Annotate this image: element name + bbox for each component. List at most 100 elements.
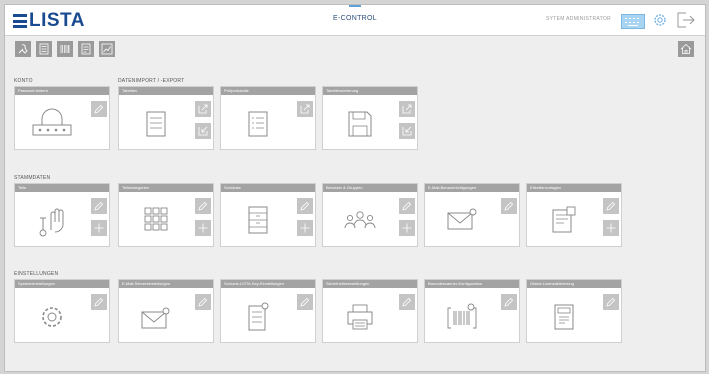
card-tabellensicherung[interactable]: Tabellensicherung (322, 86, 418, 150)
card-etikettenvorlagen[interactable]: Etikettenvorlagen (526, 183, 622, 247)
pencil-icon (606, 297, 616, 307)
card-benutzer[interactable]: Benutzer & Gruppen (322, 183, 418, 247)
edit-button[interactable] (297, 198, 313, 214)
add-button[interactable] (399, 220, 415, 236)
document-icon[interactable] (78, 41, 94, 57)
floppy-disk-icon (348, 111, 372, 137)
section-datenimport: DATENIMPORT / -EXPORT (118, 78, 185, 84)
edit-button[interactable] (501, 198, 517, 214)
user-group-icon (344, 211, 376, 229)
card-title: Tabellensicherung (323, 87, 417, 95)
edit-button[interactable] (297, 294, 313, 310)
label-template-icon (552, 206, 576, 233)
keyboard-icon[interactable] (621, 14, 645, 29)
card-teilekategorien[interactable]: Teilekategorien (118, 183, 214, 247)
plus-icon (606, 223, 616, 233)
edit-button[interactable] (91, 294, 107, 310)
add-button[interactable] (603, 220, 619, 236)
card-online-lizenz[interactable]: Online-Lizenzaktivierung (526, 279, 622, 343)
export-button[interactable] (195, 101, 211, 117)
printer-icon (347, 304, 373, 330)
password-lock-icon (32, 108, 72, 136)
barcode-icon[interactable] (57, 41, 73, 57)
card-title: Systemeinstellungen (15, 280, 109, 288)
chart-icon[interactable] (99, 41, 115, 57)
cabinet-icon (248, 206, 268, 234)
pencil-icon (402, 201, 412, 211)
pencil-icon (198, 297, 208, 307)
card-sicherheitseinstellungen[interactable]: Sicherheitseinstellungen (322, 279, 418, 343)
section-stammdaten: STAMMDATEN (14, 175, 51, 181)
plus-icon (402, 223, 412, 233)
edit-button[interactable] (399, 294, 415, 310)
tool-icon[interactable] (15, 41, 31, 57)
import-button[interactable] (195, 123, 211, 139)
cabinet-settings-icon (248, 302, 269, 331)
pencil-icon (198, 201, 208, 211)
home-icon[interactable] (678, 41, 694, 57)
logout-icon[interactable] (677, 12, 695, 28)
card-barcodescanner[interactable]: Barcodescanner-Konfiguration (424, 279, 520, 343)
edit-button[interactable] (91, 198, 107, 214)
plus-icon (94, 223, 104, 233)
card-email-servereinstellungen[interactable]: E-Mail-Servereinstellungen (118, 279, 214, 343)
import-icon (198, 126, 208, 136)
card-pruefprotokolle[interactable]: Prüfprotokolle (220, 86, 316, 150)
plus-icon (300, 223, 310, 233)
export-button[interactable] (399, 101, 415, 117)
export-icon (402, 104, 412, 114)
export-icon (198, 104, 208, 114)
edit-button[interactable] (91, 101, 107, 117)
card-email-benachrichtigungen[interactable]: E-Mail-Benachrichtigungen (424, 183, 520, 247)
card-title: Teilekategorien (119, 184, 213, 192)
barcode-scanner-icon (447, 303, 477, 329)
add-button[interactable] (297, 220, 313, 236)
section-konto: KONTO (14, 78, 33, 84)
card-passwort[interactable]: Passwort ändern (14, 86, 110, 150)
mail-notification-icon (447, 208, 477, 230)
add-button[interactable] (91, 220, 107, 236)
card-title: Tabellen (119, 87, 213, 95)
edit-button[interactable] (399, 198, 415, 214)
section-einstellungen: EINSTELLUNGEN (14, 271, 59, 277)
parts-tools-icon (39, 208, 64, 237)
list-icon[interactable] (36, 41, 52, 57)
pencil-icon (94, 104, 104, 114)
import-icon (402, 126, 412, 136)
edit-button[interactable] (195, 198, 211, 214)
card-tabellen[interactable]: Tabellen (118, 86, 214, 150)
card-systemeinstellungen[interactable]: Systemeinstellungen (14, 279, 110, 343)
edit-button[interactable] (603, 294, 619, 310)
edit-button[interactable] (603, 198, 619, 214)
pencil-icon (94, 297, 104, 307)
card-title: E-Mail-Servereinstellungen (119, 280, 213, 288)
mail-server-icon (141, 307, 170, 329)
edit-button[interactable] (501, 294, 517, 310)
protocol-list-icon (248, 111, 268, 137)
user-name[interactable]: SYTEM ADMINISTRATOR (546, 16, 611, 22)
pencil-icon (94, 201, 104, 211)
top-header: LISTA E-CONTROL SYTEM ADMINISTRATOR (5, 5, 705, 36)
card-title: Schrank-LISTA Key-Einstellungen (221, 280, 315, 288)
add-button[interactable] (195, 220, 211, 236)
card-title: Etikettenvorlagen (527, 184, 621, 192)
card-title: Schränke (221, 184, 315, 192)
pencil-icon (606, 201, 616, 211)
pencil-icon (300, 297, 310, 307)
card-schrank-einstellungen[interactable]: Schrank-LISTA Key-Einstellungen (220, 279, 316, 343)
card-title: Online-Lizenzaktivierung (527, 280, 621, 288)
card-title: Passwort ändern (15, 87, 109, 95)
card-teile[interactable]: Teile (14, 183, 110, 247)
card-title: E-Mail-Benachrichtigungen (425, 184, 519, 192)
settings-icon[interactable] (653, 13, 667, 27)
import-button[interactable] (399, 123, 415, 139)
gear-icon (42, 307, 62, 327)
card-title: Prüfprotokolle (221, 87, 315, 95)
pencil-icon (402, 297, 412, 307)
export-button[interactable] (297, 101, 313, 117)
edit-button[interactable] (195, 294, 211, 310)
export-icon (300, 104, 310, 114)
table-document-icon (146, 111, 166, 137)
card-schraenke[interactable]: Schränke (220, 183, 316, 247)
app-window: LISTA E-CONTROL SYTEM ADMINISTRATOR KONT… (4, 4, 706, 372)
